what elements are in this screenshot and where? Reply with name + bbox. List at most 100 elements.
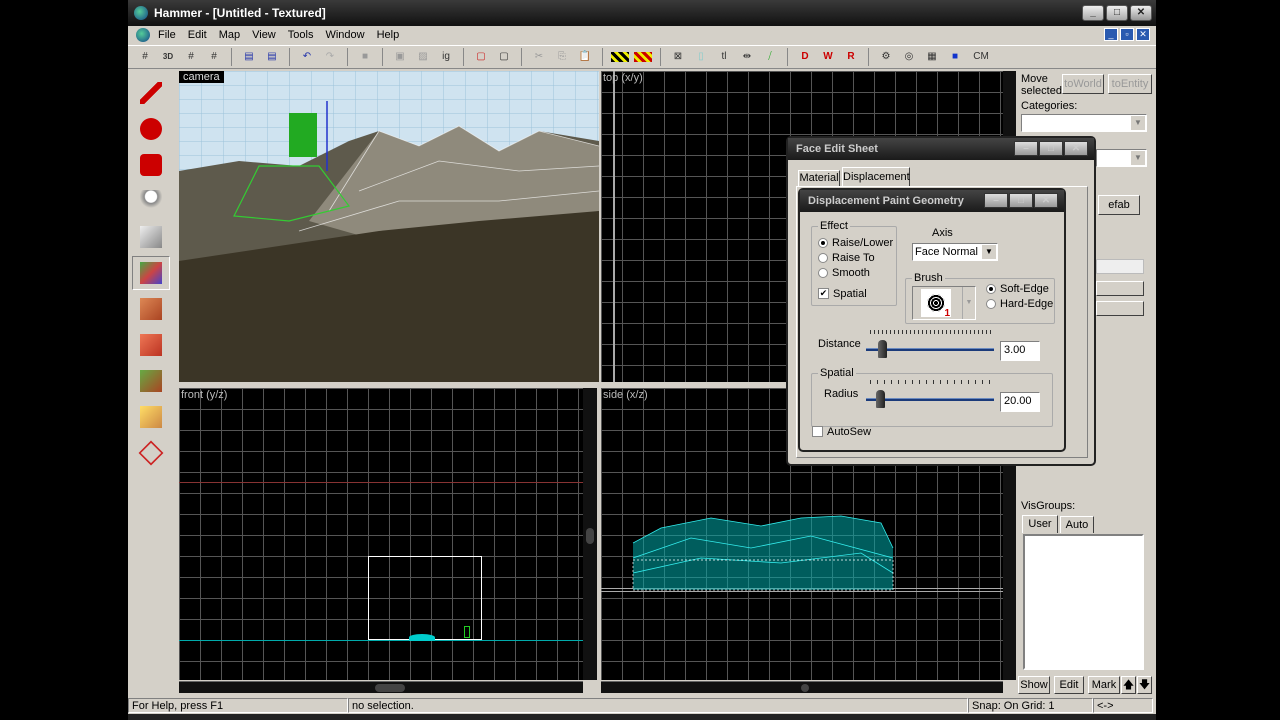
entity-tool[interactable] [132,184,170,218]
radio-indicator[interactable] [986,298,996,309]
vertex-tool[interactable] [132,436,170,470]
undo-icon[interactable]: ↶ [298,48,316,66]
radio-soft-edge[interactable]: Soft-Edge [986,281,1053,296]
show-button[interactable]: Show [1018,676,1050,694]
radius-slider[interactable] [866,390,994,410]
visgroups-list[interactable] [1023,534,1144,670]
radio-hard-edge[interactable]: Hard-Edge [986,296,1053,311]
minimize-button[interactable]: – [984,193,1008,208]
cordon-icon[interactable]: ⚙ [877,48,895,66]
to-entity-button[interactable]: toEntity [1108,74,1152,94]
radio-indicator[interactable] [986,283,996,294]
tab-user[interactable]: User [1022,515,1058,533]
paste-icon[interactable]: 📋 [576,48,594,66]
camera-tool[interactable] [132,148,170,182]
toggle-text-icon[interactable]: tl [715,48,733,66]
checkbox-indicator[interactable]: ✔ [818,288,829,299]
grid-icon[interactable]: # [136,48,154,66]
flip-icon[interactable]: ⧸ [761,48,779,66]
menu-view[interactable]: View [252,29,276,41]
objects-dropdown[interactable]: ▼ [1096,149,1147,167]
texture-lock-icon[interactable] [611,52,629,62]
radio-indicator[interactable] [818,237,828,248]
axis-dropdown[interactable]: Face Normal ▼ [912,243,998,261]
compile-icon[interactable]: ■ [946,48,964,66]
front-viewport[interactable]: front (y/z) [179,388,583,680]
categories-dropdown[interactable]: ▼ [1021,114,1147,132]
edit-button[interactable]: Edit [1054,676,1084,694]
maximize-button[interactable]: □ [1106,5,1128,21]
load-window-state-icon[interactable]: ▤ [240,48,258,66]
front-horizontal-scrollbar[interactable] [179,681,583,693]
radio-smooth[interactable]: Smooth [818,265,893,280]
decal-tool[interactable] [132,328,170,362]
panel-button[interactable] [1096,281,1144,296]
texture-app-icon[interactable]: ▦ [923,48,941,66]
camera-viewport[interactable]: camera [179,71,599,382]
maximize-button[interactable]: □ [1009,193,1033,208]
block-tool[interactable] [132,220,170,254]
copy-icon[interactable]: ⎘ [553,48,571,66]
mark-button[interactable]: Mark [1088,676,1120,694]
overlay-icon[interactable]: W [819,48,837,66]
menu-file[interactable]: File [158,29,176,41]
checkbox-indicator[interactable] [812,426,823,437]
menu-window[interactable]: Window [325,29,364,41]
tab-material[interactable]: Material [798,170,840,187]
mdi-restore-button[interactable]: ▫ [1120,28,1134,41]
distance-slider[interactable] [866,340,994,360]
radio-raise-to[interactable]: Raise To [818,250,893,265]
select-by-handles-icon[interactable]: ▯ [692,48,710,66]
maximize-button[interactable]: □ [1039,141,1063,156]
slider-thumb[interactable] [877,340,887,358]
texture-scale-lock-icon[interactable] [634,52,652,62]
to-world-button[interactable]: toWorld [1062,74,1104,94]
ignore-groups-icon[interactable]: ig [437,48,455,66]
magnify-tool[interactable] [132,112,170,146]
panel-field[interactable] [1096,259,1144,274]
radio-indicator[interactable] [818,267,828,278]
apply-current-texture-tool[interactable] [132,292,170,326]
clipping-tool[interactable] [132,400,170,434]
overlay-tool[interactable] [132,364,170,398]
group-icon[interactable]: ▣ [391,48,409,66]
close-button[interactable]: ✕ [1130,5,1152,21]
menu-edit[interactable]: Edit [188,29,207,41]
close-button[interactable]: ✕ [1034,193,1058,208]
brush-dropdown-arrow[interactable]: ▼ [962,287,975,319]
radius-input[interactable]: 20.00 [1000,392,1040,412]
radio-raise-lower[interactable]: Raise/Lower [818,235,893,250]
selection-box-icon[interactable]: ⊠ [669,48,687,66]
tab-auto[interactable]: Auto [1060,516,1094,533]
autosew-checkbox[interactable]: AutoSew [812,424,871,439]
mdi-minimize-button[interactable]: _ [1104,28,1118,41]
carve-icon[interactable]: ■ [356,48,374,66]
save-window-state-icon[interactable]: ▤ [263,48,281,66]
redo-icon[interactable]: ↷ [321,48,339,66]
menu-map[interactable]: Map [219,29,240,41]
radio-indicator[interactable] [818,252,828,263]
decal-icon[interactable]: D [796,48,814,66]
hide-icon[interactable]: ▢ [472,48,490,66]
spatial-checkbox[interactable]: ✔ Spatial [818,286,893,301]
move-up-button[interactable]: 🡅 [1121,676,1136,694]
slider-thumb[interactable] [875,390,885,408]
minimize-button[interactable]: – [1014,141,1038,156]
selection-tool[interactable] [132,76,170,110]
move-down-button[interactable]: 🡇 [1137,676,1152,694]
show-icon[interactable]: ▢ [495,48,513,66]
face-edit-sheet-titlebar[interactable]: Face Edit Sheet – □ ✕ [788,138,1094,160]
tab-displacement[interactable]: Displacement [842,167,910,187]
displacement-paint-titlebar[interactable]: Displacement Paint Geometry – □ ✕ [800,190,1064,212]
cut-icon[interactable]: ✂ [530,48,548,66]
snap-icon[interactable]: ⇹ [738,48,756,66]
brush-selector[interactable]: 1 ▼ [912,286,976,320]
grid-toggle-icon[interactable]: ◎ [900,48,918,66]
mdi-close-button[interactable]: ✕ [1136,28,1150,41]
side-horizontal-scrollbar[interactable] [601,681,1003,693]
close-button[interactable]: ✕ [1064,141,1088,156]
minimize-button[interactable]: _ [1082,5,1104,21]
cm-button[interactable]: CM [969,48,993,66]
menu-tools[interactable]: Tools [288,29,314,41]
smaller-grid-icon[interactable]: # [182,48,200,66]
